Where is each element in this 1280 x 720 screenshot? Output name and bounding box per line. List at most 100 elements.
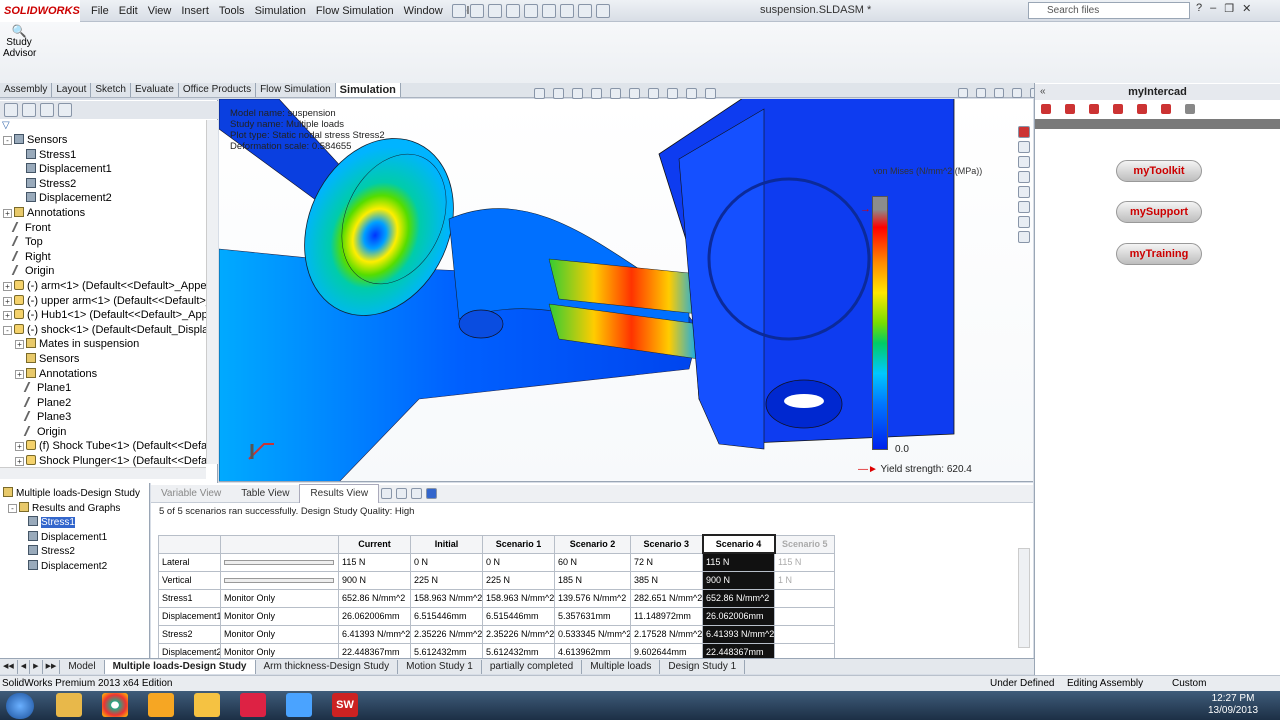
mysupport-button[interactable]: mySupport: [1116, 201, 1202, 223]
print-icon[interactable]: [506, 4, 520, 18]
mytoolkit-button[interactable]: myToolkit: [1116, 160, 1202, 182]
table-cell[interactable]: [220, 552, 339, 572]
open-icon[interactable]: [470, 4, 484, 18]
first-tab-icon[interactable]: ◀◀: [0, 659, 18, 674]
column-header[interactable]: Scenario 3: [630, 534, 703, 554]
solidworks-logo[interactable]: SOLIDWORKS: [0, 0, 80, 22]
appearances-icon[interactable]: [1018, 201, 1030, 213]
menu-simulation[interactable]: Simulation: [250, 5, 311, 17]
viewport-restore-icon[interactable]: [1012, 88, 1022, 98]
filter-icon[interactable]: ▽: [2, 120, 10, 131]
study-tab-design-study-1[interactable]: Design Study 1: [660, 659, 746, 674]
save-results-icon[interactable]: [426, 488, 438, 499]
config-tab-icon[interactable]: [40, 103, 54, 117]
view-settings-icon[interactable]: [705, 88, 716, 99]
expand-icon[interactable]: +: [15, 340, 24, 350]
design-study-scrollbar[interactable]: [1018, 548, 1030, 648]
study-tab-arm-thickness-design-study[interactable]: Arm thickness-Design Study: [256, 659, 399, 674]
previous-view-icon[interactable]: [572, 88, 583, 99]
tree-item[interactable]: + (-) arm<1> (Default<<Default>_Appear: [0, 279, 206, 294]
result-item[interactable]: Displacement2: [28, 559, 107, 575]
tree-item[interactable]: + (f) Shock Tube<1> (Default<<Default: [0, 439, 206, 454]
feature-tree-tab-icon[interactable]: [4, 103, 18, 117]
toolbox-icon[interactable]: [1018, 231, 1030, 243]
zoom-fit-icon[interactable]: [534, 88, 545, 99]
previous-tab-icon[interactable]: ◀: [18, 659, 31, 674]
tree-item[interactable]: Sensors: [0, 352, 206, 367]
app-taskbar-icon[interactable]: [286, 693, 312, 717]
support-icon[interactable]: [1089, 104, 1099, 114]
study-tab-motion-study-1[interactable]: Motion Study 1: [398, 659, 482, 674]
scene-icon[interactable]: [686, 88, 697, 99]
link-icon[interactable]: [1137, 104, 1147, 114]
file-explorer-icon[interactable]: [1018, 156, 1030, 168]
rebuild-icon[interactable]: [560, 4, 574, 18]
display-style-icon[interactable]: [629, 88, 640, 99]
command-tab-flow-simulation[interactable]: Flow Simulation: [256, 83, 336, 97]
solidworks-taskbar-icon[interactable]: SW: [332, 693, 358, 717]
display-tab-icon[interactable]: [58, 103, 72, 117]
command-tab-sketch[interactable]: Sketch: [91, 83, 131, 97]
table-cell[interactable]: Monitor Only: [220, 588, 339, 608]
section-view-icon[interactable]: [591, 88, 602, 99]
appearance-icon[interactable]: [667, 88, 678, 99]
file-properties-icon[interactable]: [578, 4, 592, 18]
collapse-icon[interactable]: -: [3, 136, 12, 145]
search-results-icon[interactable]: [1018, 171, 1030, 183]
custom-properties-icon[interactable]: [1018, 216, 1030, 228]
search-input[interactable]: Search files: [1028, 2, 1190, 19]
design-library-icon[interactable]: [1018, 141, 1030, 153]
results-graphs-node[interactable]: - Results and Graphs: [8, 502, 120, 514]
view-palette-icon[interactable]: [1018, 186, 1030, 198]
select-icon[interactable]: [542, 4, 556, 18]
study-tab-partially-completed[interactable]: partially completed: [482, 659, 583, 674]
graphics-viewport[interactable]: [219, 99, 1033, 482]
menu-insert[interactable]: Insert: [176, 5, 214, 17]
tree-item[interactable]: Top: [0, 235, 206, 250]
result-item[interactable]: Stress2: [28, 545, 107, 560]
tree-item[interactable]: Stress1: [0, 148, 206, 163]
table-cell[interactable]: Monitor Only: [220, 624, 339, 644]
start-button-icon[interactable]: [6, 693, 34, 719]
restore-icon[interactable]: ❐: [1224, 2, 1234, 15]
study-tab-multiple-loads-design-study[interactable]: Multiple loads-Design Study: [104, 659, 256, 674]
system-clock[interactable]: 12:27 PM 13/09/2013: [1208, 693, 1258, 717]
feature-tree-scrollbar[interactable]: [206, 120, 218, 464]
tree-item[interactable]: Plane2: [0, 396, 206, 411]
tile-icon[interactable]: [958, 88, 968, 98]
home-icon[interactable]: [1041, 104, 1051, 114]
units-selector[interactable]: Custom: [1172, 676, 1206, 692]
minimize-icon[interactable]: –: [1210, 2, 1216, 15]
command-tab-layout[interactable]: Layout: [52, 83, 92, 97]
tab-results-view[interactable]: Results View: [299, 484, 380, 503]
export-icon[interactable]: [411, 488, 423, 499]
tree-item[interactable]: + (-) upper arm<1> (Default<<Default>_A: [0, 294, 206, 309]
feature-tree-hscrollbar[interactable]: [0, 467, 206, 479]
column-header[interactable]: Scenario 4: [701, 534, 776, 554]
tree-item[interactable]: Displacement1: [0, 162, 206, 177]
new-icon[interactable]: [452, 4, 466, 18]
column-header[interactable]: [220, 534, 339, 554]
menu-file[interactable]: File: [86, 5, 114, 17]
table-cell[interactable]: [220, 570, 339, 590]
table-cell[interactable]: Monitor Only: [220, 606, 339, 626]
study-tab-model[interactable]: Model: [60, 659, 105, 674]
mytraining-button[interactable]: myTraining: [1116, 243, 1202, 265]
last-tab-icon[interactable]: ▶▶: [43, 659, 61, 674]
next-tab-icon[interactable]: ▶: [30, 659, 43, 674]
expand-icon[interactable]: +: [15, 369, 24, 379]
tree-item[interactable]: + (-) Hub1<1> (Default<<Default>_Appea: [0, 308, 206, 323]
help-icon[interactable]: ?: [1196, 2, 1202, 15]
tab-variable-view[interactable]: Variable View: [151, 485, 231, 503]
expand-icon[interactable]: +: [15, 442, 24, 452]
save-icon[interactable]: [488, 4, 502, 18]
column-header[interactable]: Scenario 2: [554, 534, 631, 554]
mail-taskbar-icon[interactable]: [194, 693, 220, 717]
chrome-taskbar-icon[interactable]: [102, 693, 128, 717]
variable-slider[interactable]: [224, 560, 334, 566]
expand-icon[interactable]: +: [15, 457, 24, 467]
options-icon[interactable]: [596, 4, 610, 18]
acrobat-taskbar-icon[interactable]: [240, 693, 266, 717]
close-icon[interactable]: ✕: [1242, 2, 1251, 15]
tree-item[interactable]: - Sensors: [0, 133, 206, 148]
